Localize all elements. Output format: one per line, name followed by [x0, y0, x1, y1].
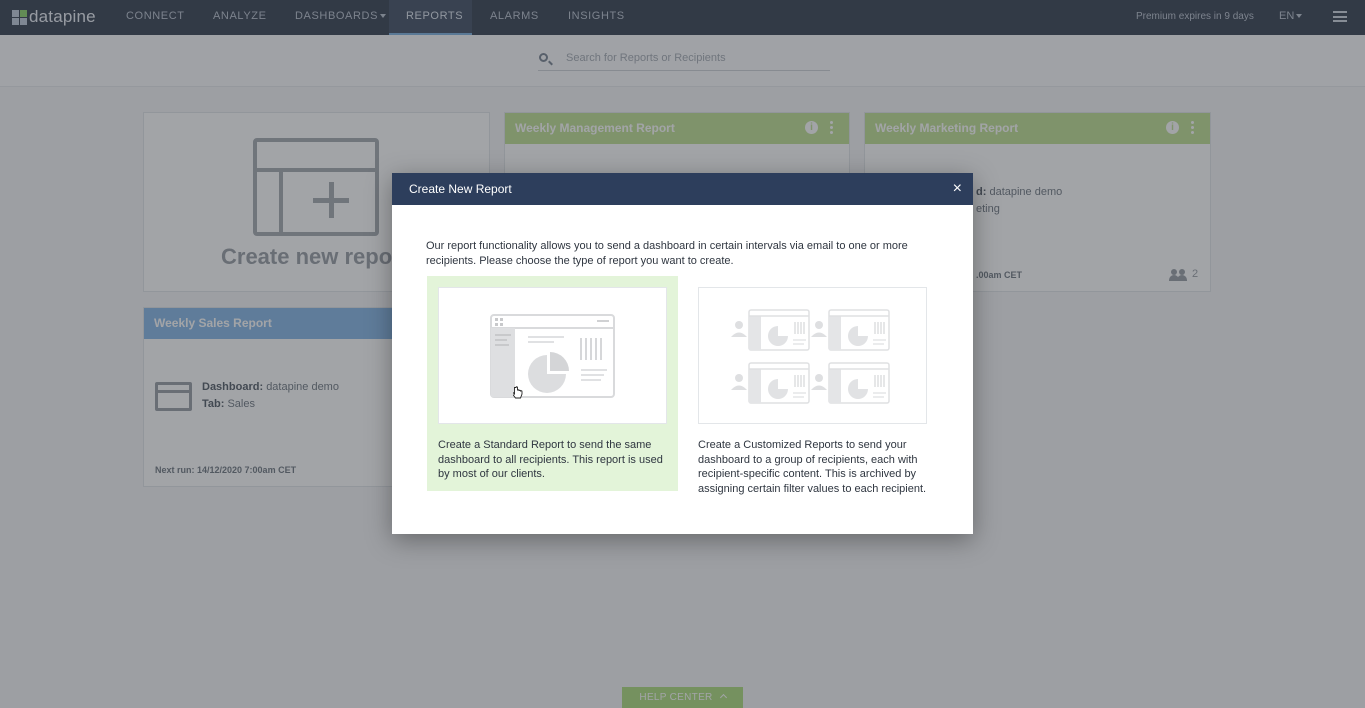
standard-report-description: Create a Standard Report to send the sam…	[438, 439, 663, 480]
close-icon[interactable]: ×	[953, 173, 962, 205]
customized-report-option[interactable]: Create a Customized Reports to send your…	[687, 276, 938, 495]
hand-pointer-icon	[513, 386, 523, 399]
create-report-modal: Create New Report × Our report functiona…	[392, 173, 973, 534]
standard-report-preview	[438, 287, 667, 424]
modal-header: Create New Report ×	[392, 173, 973, 205]
multi-recipient-illustration-icon	[730, 309, 890, 404]
customized-report-preview	[698, 287, 927, 424]
standard-report-option[interactable]: Create a Standard Report to send the sam…	[427, 276, 678, 491]
customized-report-description: Create a Customized Reports to send your…	[698, 439, 927, 495]
modal-intro-text: Our report functionality allows you to s…	[426, 240, 908, 267]
dashboard-illustration-icon	[490, 314, 615, 398]
modal-title: Create New Report	[409, 182, 512, 196]
